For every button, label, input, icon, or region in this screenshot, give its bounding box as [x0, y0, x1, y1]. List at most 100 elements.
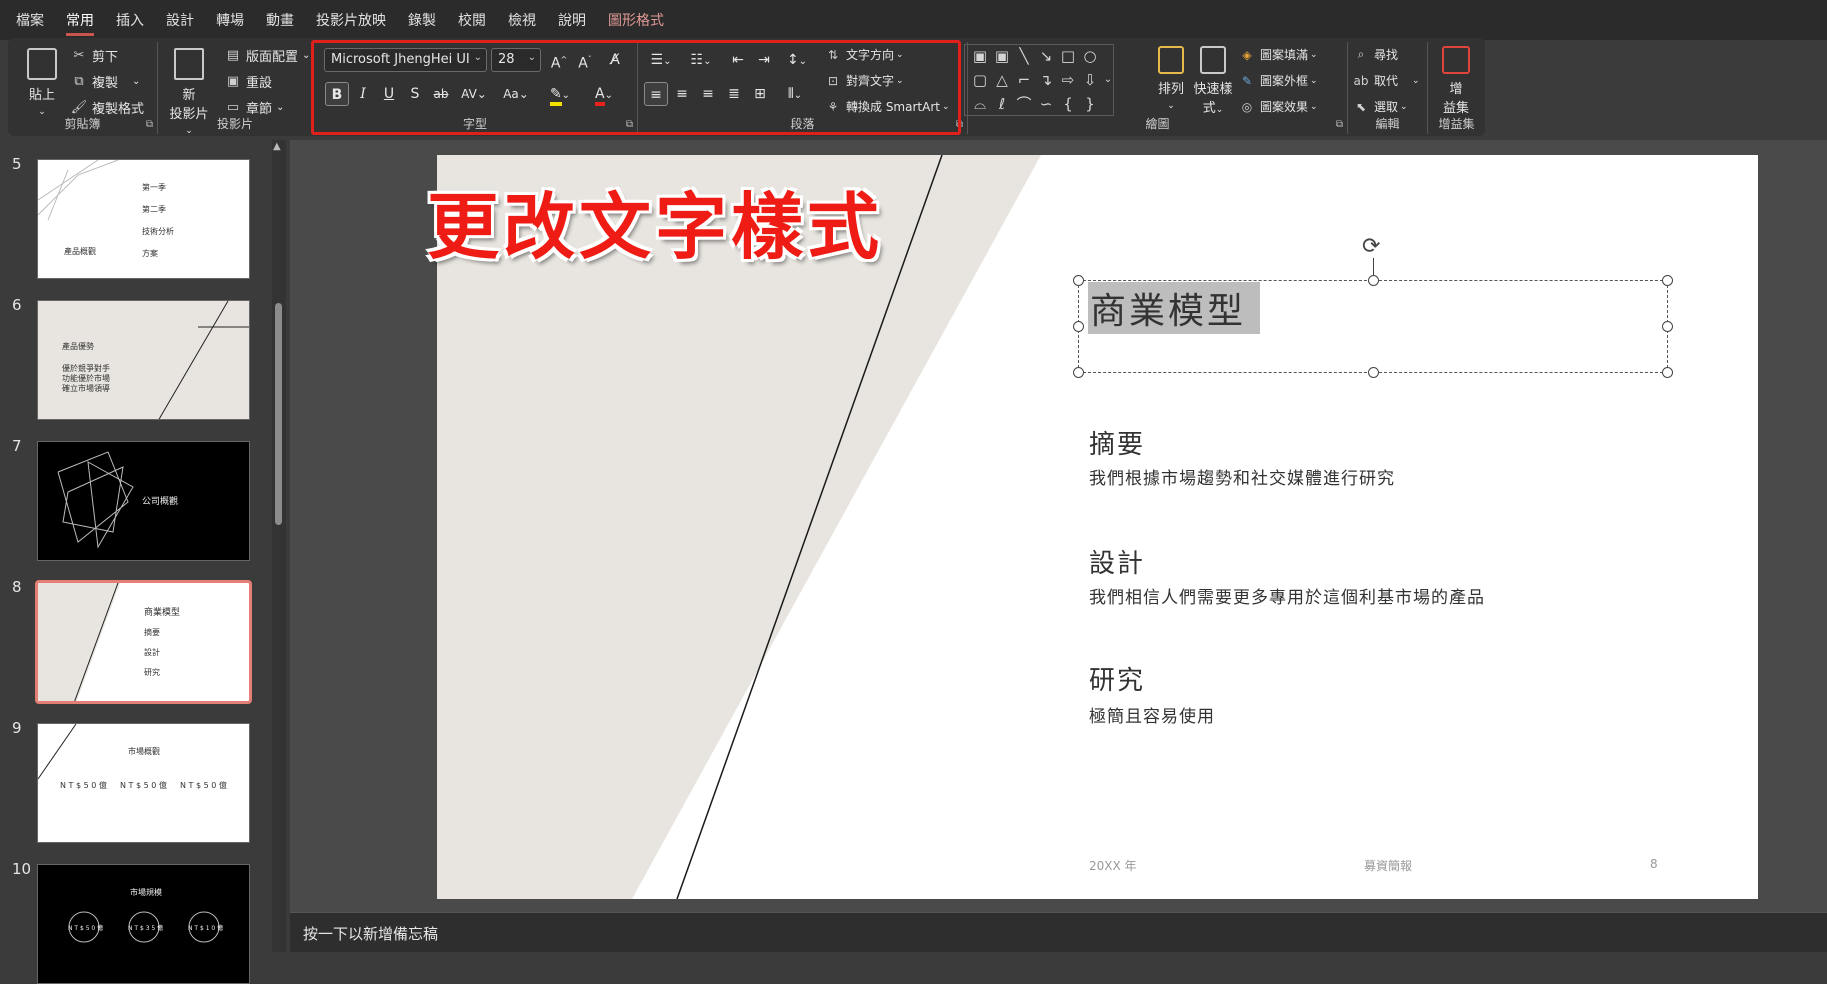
distributed-icon[interactable]: ⊞: [748, 82, 772, 106]
align-left-icon[interactable]: ≡: [644, 82, 668, 106]
menu-file[interactable]: 檔案: [14, 4, 46, 36]
notes-pane[interactable]: 按一下以新增備忘稿: [290, 912, 1827, 952]
justify-icon[interactable]: ≣: [722, 82, 746, 106]
freeform-icon[interactable]: ⌓: [971, 95, 989, 113]
elbow-connector-icon[interactable]: ⌐: [1015, 71, 1033, 89]
align-center-icon[interactable]: ≡: [670, 82, 694, 106]
thumbnail-preview[interactable]: 產品優勢 優於競爭對手 功能優於市場 確立市場領導: [37, 300, 250, 420]
bold-icon[interactable]: B: [325, 82, 349, 106]
font-size-combo[interactable]: 28 ⌄: [491, 48, 541, 72]
vertical-textbox-icon[interactable]: ▣: [993, 47, 1011, 65]
clear-formatting-icon[interactable]: A̸: [603, 48, 627, 72]
scribble-icon[interactable]: ℓ: [993, 95, 1011, 113]
columns-icon[interactable]: ⫴⌄: [778, 82, 812, 106]
textbox-icon[interactable]: ▣: [971, 47, 989, 65]
section-heading[interactable]: 摘要: [1089, 424, 1145, 461]
menu-slideshow[interactable]: 投影片放映: [314, 4, 388, 36]
left-brace-icon[interactable]: {: [1059, 95, 1077, 113]
thumbnail-scrollbar[interactable]: [272, 140, 286, 952]
font-name-combo[interactable]: Microsoft JhengHei UI ⌄: [324, 48, 487, 72]
rectangle-icon[interactable]: □: [1059, 47, 1077, 65]
find-button[interactable]: ⌕ 尋找: [1352, 46, 1398, 63]
resize-handle[interactable]: [1662, 275, 1673, 286]
rotate-handle-icon[interactable]: ⟳: [1362, 234, 1380, 259]
convert-smartart-button[interactable]: ⚘ 轉換成 SmartArt ⌄: [824, 98, 950, 115]
menu-view[interactable]: 檢視: [506, 4, 538, 36]
font-color-icon[interactable]: A⌄: [587, 82, 621, 106]
font-launcher-icon[interactable]: ⧉: [626, 119, 633, 130]
paste-button[interactable]: 貼上 ⌄: [22, 48, 62, 118]
align-right-icon[interactable]: ≡: [696, 82, 720, 106]
menu-animations[interactable]: 動畫: [264, 4, 296, 36]
section-body[interactable]: 極簡且容易使用: [1089, 702, 1215, 727]
shrink-font-icon[interactable]: Aˇ: [573, 48, 597, 72]
slide-title[interactable]: 商業模型: [1088, 282, 1261, 334]
gallery-more-icon[interactable]: ⌄: [1099, 71, 1117, 89]
right-brace-icon[interactable]: }: [1081, 95, 1099, 113]
resize-handle[interactable]: [1368, 275, 1379, 286]
align-text-button[interactable]: ⊡ 對齊文字 ⌄: [824, 72, 904, 89]
char-spacing-icon[interactable]: AV⌄: [457, 82, 491, 106]
replace-button[interactable]: ab 取代 ⌄: [1352, 72, 1420, 89]
section-heading[interactable]: 設計: [1089, 543, 1145, 580]
grow-font-icon[interactable]: A^: [547, 48, 571, 72]
resize-handle[interactable]: [1662, 321, 1673, 332]
arrow-line-icon[interactable]: ↘: [1037, 47, 1055, 65]
menu-home[interactable]: 常用: [64, 4, 96, 36]
thumbnail-preview[interactable]: 產品概觀 第一季 第二季 技術分析 方案: [37, 159, 250, 279]
footer-slide-number[interactable]: 8: [1650, 857, 1658, 871]
drawing-launcher-icon[interactable]: ⧉: [1336, 119, 1343, 130]
quick-styles-button[interactable]: 快速樣 式⌄: [1191, 46, 1235, 116]
shape-outline-button[interactable]: ✎ 圖案外框 ⌄: [1238, 72, 1318, 89]
highlight-icon[interactable]: ✎⌄: [543, 82, 577, 106]
select-button[interactable]: ⬉ 選取 ⌄: [1352, 98, 1408, 115]
resize-handle[interactable]: [1073, 367, 1084, 378]
text-direction-button[interactable]: ⇅ 文字方向 ⌄: [824, 46, 904, 63]
menu-design[interactable]: 設計: [164, 4, 196, 36]
shapes-gallery[interactable]: ▣ ▣ ╲ ↘ □ ○ ▢ △ ⌐ ↴ ⇨ ⇩ ⌓ ℓ ⌒ ∽ { } ⌄: [964, 44, 1114, 116]
menu-help[interactable]: 說明: [556, 4, 588, 36]
resize-handle[interactable]: [1073, 321, 1084, 332]
shape-fill-button[interactable]: ◈ 圖案填滿 ⌄: [1238, 46, 1317, 63]
resize-handle[interactable]: [1662, 367, 1673, 378]
section-heading[interactable]: 研究: [1089, 660, 1145, 697]
copy-button[interactable]: ⧉ 複製 ⌄: [70, 72, 140, 91]
rounded-rectangle-icon[interactable]: ▢: [971, 71, 989, 89]
down-arrow-icon[interactable]: ⇩: [1081, 71, 1099, 89]
thumbnail-scroll-thumb[interactable]: [275, 303, 282, 525]
clipboard-launcher-icon[interactable]: ⧉: [146, 119, 153, 130]
elbow-arrow-icon[interactable]: ↴: [1037, 71, 1055, 89]
arrange-button[interactable]: 排列 ⌄: [1153, 46, 1189, 112]
line-spacing-icon[interactable]: ↕⌄: [780, 48, 814, 72]
arc-icon[interactable]: ⌒: [1015, 95, 1033, 113]
underline-icon[interactable]: U: [377, 82, 401, 106]
thumbnail-preview[interactable]: 公司概觀: [37, 441, 250, 561]
thumbnail-preview[interactable]: 市場規模 N T $ 5 0 億 N T $ 3 5 億 N T $ 1 0 億: [37, 864, 250, 984]
cut-button[interactable]: ✂ 剪下: [70, 46, 118, 65]
numbering-icon[interactable]: ☷⌄: [684, 48, 718, 72]
menu-record[interactable]: 錄製: [406, 4, 438, 36]
addins-button[interactable]: 增 益集: [1434, 46, 1478, 116]
bullets-icon[interactable]: ☰⌄: [644, 48, 678, 72]
scroll-up-icon[interactable]: ▲: [273, 141, 281, 152]
menu-shape-format[interactable]: 圖形格式: [606, 4, 666, 36]
menu-transitions[interactable]: 轉場: [214, 4, 246, 36]
shape-effects-button[interactable]: ◎ 圖案效果 ⌄: [1238, 98, 1318, 115]
footer-text[interactable]: 募資簡報: [1364, 857, 1412, 874]
decrease-indent-icon[interactable]: ⇤: [726, 48, 750, 72]
italic-icon[interactable]: I: [351, 82, 375, 106]
thumbnail-preview[interactable]: 市場概觀 N T $ 5 0 億 N T $ 5 0 億 N T $ 5 0 億: [37, 723, 250, 843]
resize-handle[interactable]: [1368, 367, 1379, 378]
reset-button[interactable]: ▣ 重設: [224, 72, 272, 91]
curve-icon[interactable]: ∽: [1037, 95, 1055, 113]
menu-review[interactable]: 校閱: [456, 4, 488, 36]
thumbnail-preview[interactable]: 商業模型 摘要 設計 研究: [35, 580, 252, 704]
resize-handle[interactable]: [1073, 275, 1084, 286]
line-icon[interactable]: ╲: [1015, 47, 1033, 65]
section-body[interactable]: 我們相信人們需要更多專用於這個利基市場的產品: [1089, 583, 1485, 608]
right-arrow-icon[interactable]: ⇨: [1059, 71, 1077, 89]
footer-date[interactable]: 20XX 年: [1089, 857, 1137, 874]
shadow-icon[interactable]: S: [403, 82, 427, 106]
strikethrough-icon[interactable]: ab: [429, 82, 453, 106]
increase-indent-icon[interactable]: ⇥: [752, 48, 776, 72]
